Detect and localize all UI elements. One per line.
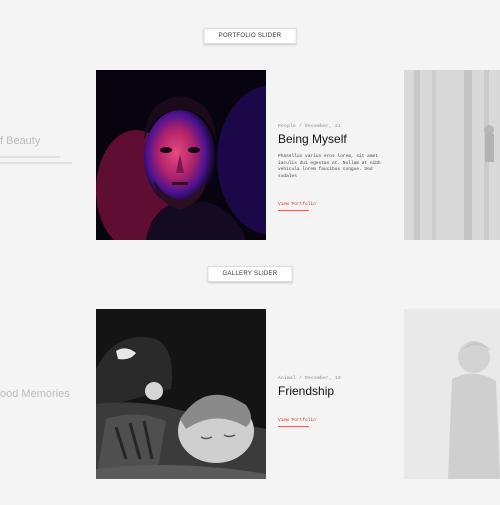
slide-image-friendship[interactable]: [96, 309, 266, 479]
slide-meta: People / December, 21: [278, 124, 342, 129]
slide-description: Phasellus varius eros lorem, sit amet ia…: [278, 154, 381, 179]
misty-forest-photo: [404, 70, 500, 240]
view-portfolio-link[interactable]: View Portfolio: [278, 418, 316, 427]
portrait-photo: [96, 70, 266, 240]
next-slide-image[interactable]: [404, 70, 500, 240]
prev-slide-title: ood Memories: [0, 388, 70, 400]
prev-slide-text-placeholder: [0, 156, 75, 168]
slide-title: Friendship: [278, 384, 335, 398]
view-portfolio-link[interactable]: View Portfolio: [278, 202, 316, 211]
slide-caption-friendship: Animal / December, 19 Friendship View Po…: [278, 376, 393, 427]
slide-meta: Animal / December, 19: [278, 376, 342, 381]
portfolio-slider-label[interactable]: PORTFOLIO SLIDER: [203, 28, 297, 44]
gallery-slider-label[interactable]: GALLERY SLIDER: [207, 266, 293, 282]
slide-title: Being Myself: [278, 132, 347, 146]
prev-slide-title: f Beauty: [0, 135, 41, 147]
faded-portrait-photo: [404, 309, 500, 479]
next-slide-image[interactable]: [404, 309, 500, 479]
slide-caption-being-myself: People / December, 21 Being Myself Phase…: [278, 124, 393, 211]
slide-image-being-myself[interactable]: [96, 70, 266, 240]
child-and-dog-photo: [96, 309, 266, 479]
